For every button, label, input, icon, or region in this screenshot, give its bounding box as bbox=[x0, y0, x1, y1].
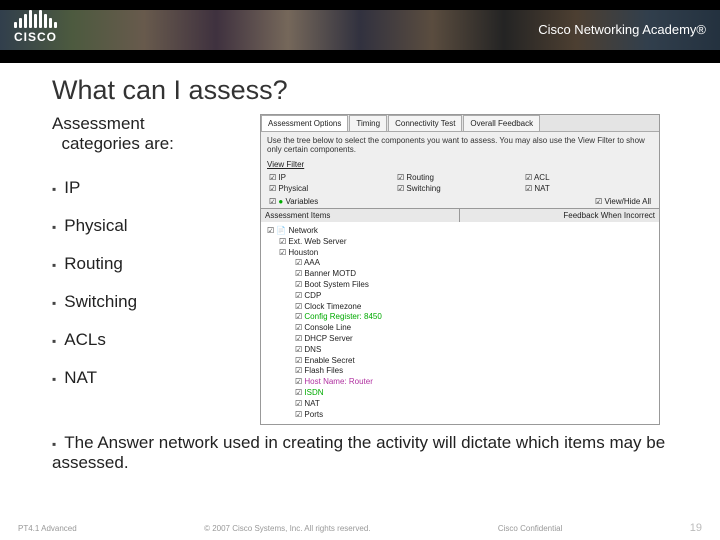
tab-feedback[interactable]: Overall Feedback bbox=[463, 115, 540, 131]
variables-item[interactable]: ☑ ● Variables bbox=[269, 197, 318, 206]
tab-connectivity[interactable]: Connectivity Test bbox=[388, 115, 462, 131]
bullet-physical: Physical bbox=[52, 207, 252, 245]
cisco-bars-icon bbox=[14, 8, 57, 28]
tree-item[interactable]: AAA bbox=[267, 258, 653, 269]
chk-routing[interactable]: Routing bbox=[397, 173, 523, 182]
tree-item[interactable]: Console Line bbox=[267, 323, 653, 334]
intro-line2: categories are: bbox=[61, 134, 173, 153]
filter-grid: IP Routing ACL Physical Switching NAT bbox=[261, 171, 659, 195]
tree-item[interactable]: Enable Secret bbox=[267, 356, 653, 367]
left-column: Assessment categories are: IP Physical R… bbox=[52, 114, 252, 425]
chk-nat[interactable]: NAT bbox=[525, 184, 651, 193]
tree-item[interactable]: Flash Files bbox=[267, 366, 653, 377]
page-number: 19 bbox=[690, 522, 702, 534]
tree-item[interactable]: Banner MOTD bbox=[267, 269, 653, 280]
variables-row: ☑ ● Variables View/Hide All bbox=[261, 195, 659, 208]
tree-item[interactable]: CDP bbox=[267, 291, 653, 302]
tab-bar: Assessment Options Timing Connectivity T… bbox=[261, 115, 659, 132]
chk-switching[interactable]: Switching bbox=[397, 184, 523, 193]
footer-center: © 2007 Cisco Systems, Inc. All rights re… bbox=[204, 524, 370, 533]
intro-text: Assessment categories are: bbox=[52, 114, 252, 155]
footer-right: Cisco Confidential bbox=[498, 524, 562, 533]
tab-timing[interactable]: Timing bbox=[349, 115, 387, 131]
bullet-list: IP Physical Routing Switching ACLs NAT bbox=[52, 169, 252, 397]
content: What can I assess? Assessment categories… bbox=[0, 63, 720, 473]
tree-houston[interactable]: Houston bbox=[267, 248, 653, 259]
tree-item[interactable]: ISDN bbox=[267, 388, 653, 399]
footer-left: PT4.1 Advanced bbox=[18, 524, 77, 533]
split-right-label: Feedback When Incorrect bbox=[460, 209, 659, 222]
bullet-routing: Routing bbox=[52, 245, 252, 283]
variables-dot-icon: ● bbox=[278, 197, 283, 206]
split-left-label: Assessment Items bbox=[261, 209, 460, 222]
bullet-ip: IP bbox=[52, 169, 252, 207]
tree-item[interactable]: NAT bbox=[267, 399, 653, 410]
tree-item[interactable]: Host Name: Router bbox=[267, 377, 653, 388]
bullet-nat: NAT bbox=[52, 359, 252, 397]
bullet-acls: ACLs bbox=[52, 321, 252, 359]
bullet-switching: Switching bbox=[52, 283, 252, 321]
tree-item[interactable]: DNS bbox=[267, 345, 653, 356]
final-bullet: The Answer network used in creating the … bbox=[52, 425, 720, 473]
view-filter-label: View Filter bbox=[261, 158, 659, 171]
tree-root[interactable]: 📄 Network bbox=[267, 226, 653, 237]
intro-line1: Assessment bbox=[52, 114, 145, 133]
chk-ip[interactable]: IP bbox=[269, 173, 395, 182]
cisco-text: CISCO bbox=[14, 30, 57, 44]
tree-webserver[interactable]: Ext. Web Server bbox=[267, 237, 653, 248]
split-header: Assessment Items Feedback When Incorrect bbox=[261, 208, 659, 222]
chk-physical[interactable]: Physical bbox=[269, 184, 395, 193]
academy-label: Cisco Networking Academy® bbox=[538, 22, 706, 37]
assessment-tree[interactable]: 📄 Network Ext. Web Server Houston AAABan… bbox=[261, 222, 659, 424]
tree-item[interactable]: Ports bbox=[267, 410, 653, 421]
footer: PT4.1 Advanced © 2007 Cisco Systems, Inc… bbox=[0, 522, 720, 534]
banner: CISCO Cisco Networking Academy® bbox=[0, 0, 720, 63]
chk-view-all[interactable]: View/Hide All bbox=[595, 197, 651, 206]
tree-item[interactable]: Boot System Files bbox=[267, 280, 653, 291]
tree-item[interactable]: Clock Timezone bbox=[267, 302, 653, 313]
assessment-panel: Assessment Options Timing Connectivity T… bbox=[260, 114, 660, 425]
tab-assessment-options[interactable]: Assessment Options bbox=[261, 115, 348, 131]
tree-item[interactable]: DHCP Server bbox=[267, 334, 653, 345]
tree-item[interactable]: Config Register: 8450 bbox=[267, 312, 653, 323]
cisco-logo: CISCO bbox=[14, 8, 57, 44]
chk-acl[interactable]: ACL bbox=[525, 173, 651, 182]
hint-text: Use the tree below to select the compone… bbox=[261, 132, 659, 158]
slide-title: What can I assess? bbox=[52, 75, 720, 106]
